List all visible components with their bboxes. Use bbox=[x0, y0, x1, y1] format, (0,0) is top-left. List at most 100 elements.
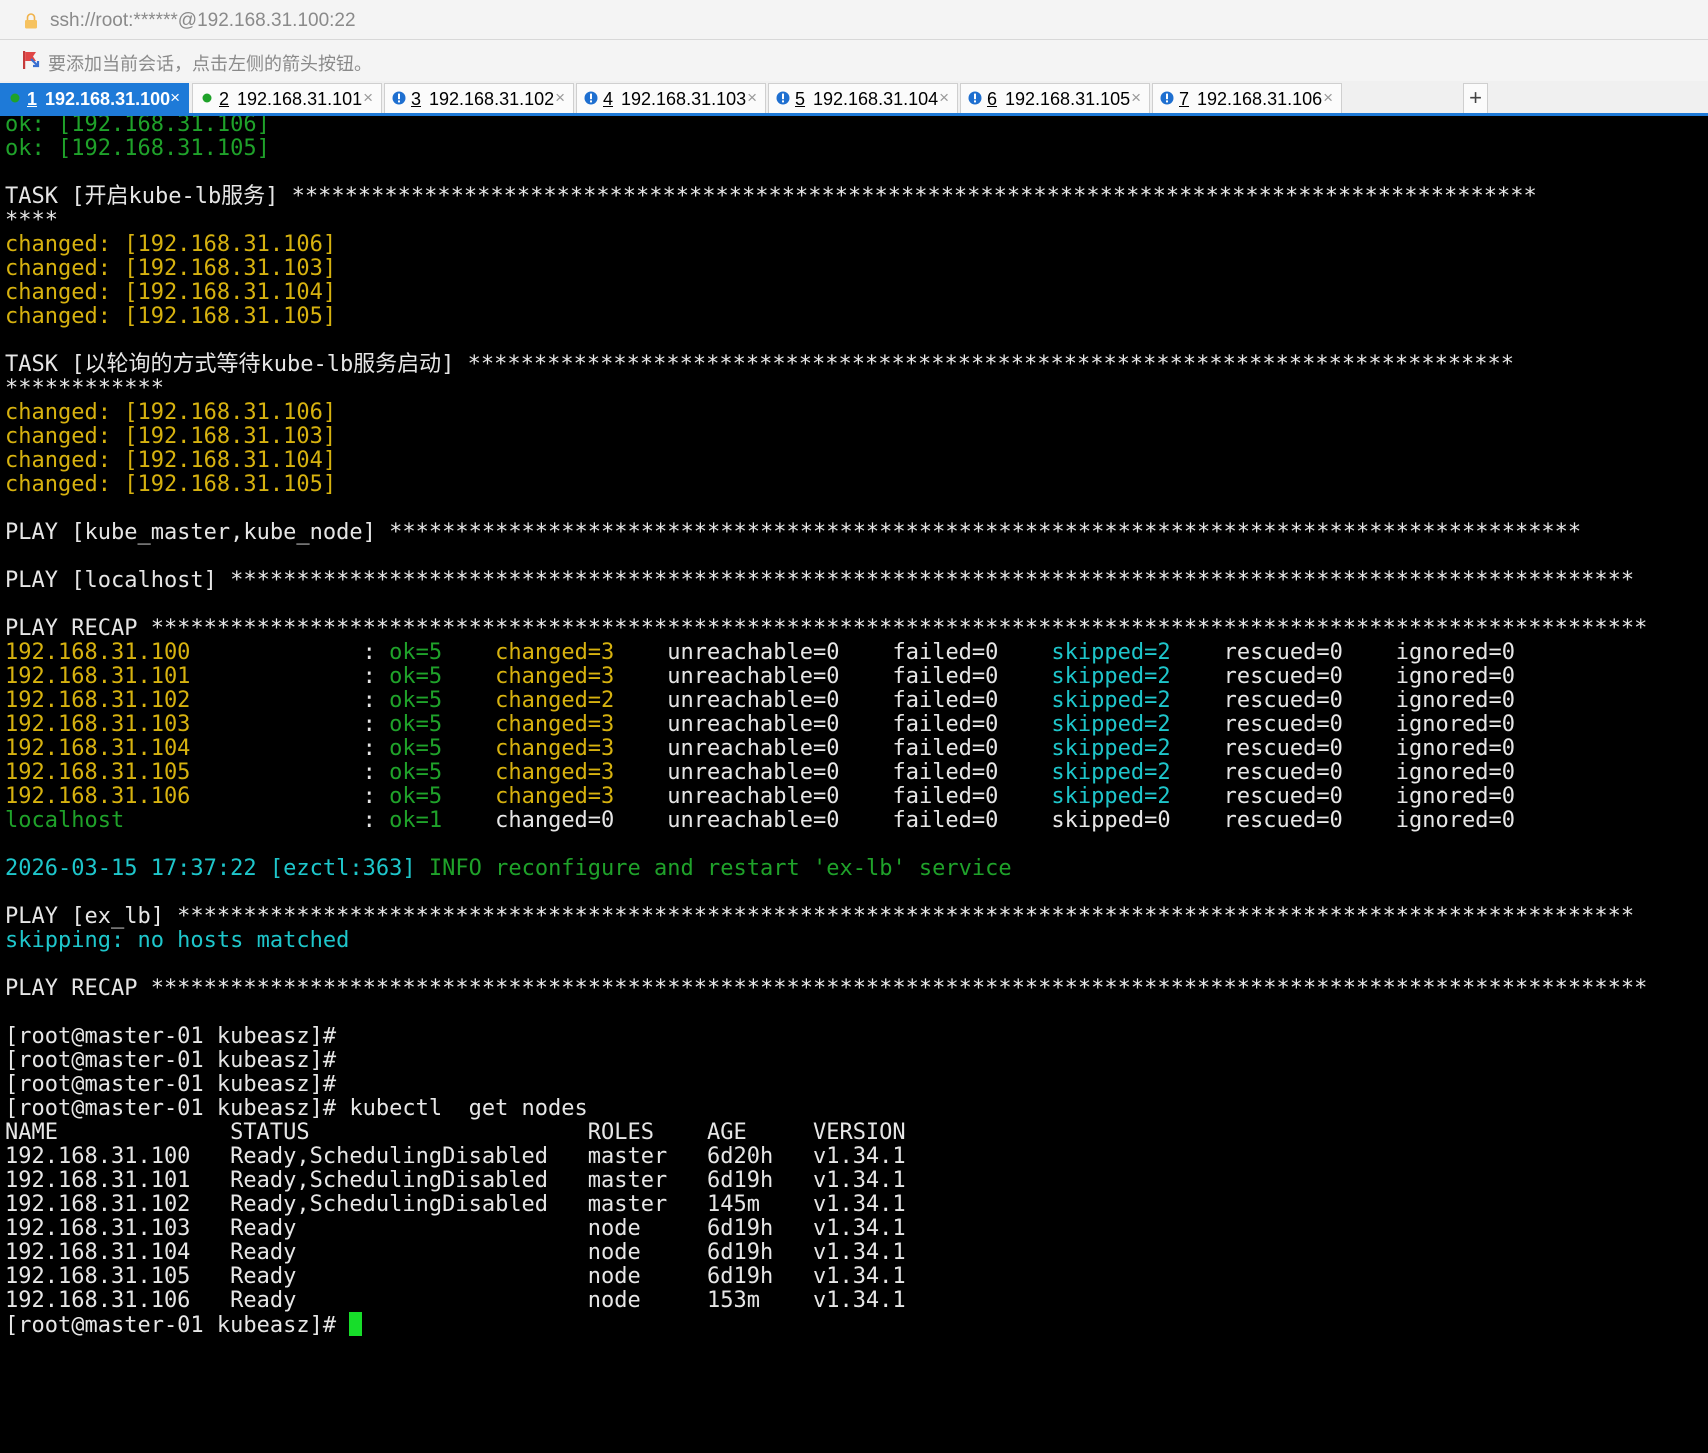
terminal-line: 192.168.31.100 : ok=5 changed=3 unreacha… bbox=[5, 640, 1515, 666]
tab-number: 2 bbox=[219, 89, 230, 109]
tab-session-1[interactable]: 1 192.168.31.100 × bbox=[0, 83, 189, 113]
terminal-line: [root@master-01 kubeasz]# bbox=[5, 1024, 336, 1050]
terminal-line: changed: [192.168.31.106] bbox=[5, 232, 336, 258]
terminal-text: localhost bbox=[5, 808, 125, 833]
terminal-text: changed=3 bbox=[495, 736, 615, 761]
tab-session-5[interactable]: 5 192.168.31.104 × bbox=[768, 83, 958, 113]
terminal-text: : bbox=[124, 808, 390, 833]
terminal-line: 192.168.31.106 Ready node 153m v1.34.1 bbox=[5, 1288, 906, 1314]
alert-status-icon bbox=[1160, 91, 1174, 105]
terminal-text: 192.168.31.104 bbox=[5, 736, 191, 761]
tab-session-2[interactable]: 2 192.168.31.101 × bbox=[192, 83, 382, 113]
terminal-line: PLAY RECAP *****************************… bbox=[5, 616, 1647, 642]
terminal-text: skipped=2 bbox=[1051, 688, 1171, 713]
tab-host-label: 192.168.31.106 bbox=[1197, 89, 1323, 109]
alert-status-icon bbox=[776, 91, 790, 105]
close-tab-icon[interactable]: × bbox=[1323, 88, 1333, 108]
terminal-text: 192.168.31.101 bbox=[5, 664, 191, 689]
add-tab-button[interactable]: + bbox=[1463, 83, 1488, 113]
terminal-line: 192.168.31.103 : ok=5 changed=3 unreacha… bbox=[5, 712, 1515, 738]
terminal-text: skipped=2 bbox=[1051, 760, 1171, 785]
terminal-text: PLAY [localhost] ***********************… bbox=[5, 568, 1635, 593]
terminal-line: 192.168.31.102 : ok=5 changed=2 unreacha… bbox=[5, 688, 1515, 714]
terminal-text: PLAY RECAP *****************************… bbox=[5, 976, 1648, 1001]
terminal-line: 192.168.31.104 Ready node 6d19h v1.34.1 bbox=[5, 1240, 906, 1266]
terminal-text: : bbox=[190, 712, 390, 737]
tab-session-7[interactable]: 7 192.168.31.106 × bbox=[1152, 83, 1342, 113]
terminal-text: changed: [192.168.31.103] bbox=[5, 424, 337, 449]
terminal-text: 192.168.31.100 Ready,SchedulingDisabled … bbox=[5, 1144, 906, 1169]
session-hint-text: 要添加当前会话，点击左侧的箭头按钮。 bbox=[48, 54, 372, 74]
terminal-line: PLAY [localhost] ***********************… bbox=[5, 568, 1634, 594]
terminal-text: changed: [192.168.31.104] bbox=[5, 280, 337, 305]
terminal-text: changed: [192.168.31.106] bbox=[5, 232, 337, 257]
terminal-text: : bbox=[190, 736, 390, 761]
terminal-line: ************ bbox=[5, 376, 164, 402]
terminal-line: **** bbox=[5, 208, 58, 234]
tab-session-3[interactable]: 3 192.168.31.102 × bbox=[384, 83, 574, 113]
close-tab-icon[interactable]: × bbox=[170, 88, 180, 108]
terminal-line: ok: [192.168.31.105] bbox=[5, 136, 270, 162]
terminal-text: 192.168.31.103 bbox=[5, 712, 191, 737]
terminal-line: [root@master-01 kubeasz]# bbox=[5, 1072, 336, 1098]
terminal-line: 192.168.31.104 : ok=5 changed=3 unreacha… bbox=[5, 736, 1515, 762]
terminal-line: changed: [192.168.31.105] bbox=[5, 472, 336, 498]
terminal-line: PLAY [ex_lb] ***************************… bbox=[5, 904, 1634, 930]
address-text: ssh://root:******@192.168.31.100:22 bbox=[50, 10, 356, 31]
terminal-text: skipped=2 bbox=[1051, 712, 1171, 737]
terminal-line: 192.168.31.101 Ready,SchedulingDisabled … bbox=[5, 1168, 906, 1194]
close-tab-icon[interactable]: × bbox=[1131, 88, 1141, 108]
close-tab-icon[interactable]: × bbox=[747, 88, 757, 108]
alert-status-icon bbox=[968, 91, 982, 105]
tab-session-4[interactable]: 4 192.168.31.103 × bbox=[576, 83, 766, 113]
terminal-text: unreachable=0 failed=0 bbox=[614, 736, 1052, 761]
terminal-line: changed: [192.168.31.103] bbox=[5, 424, 336, 450]
terminal-text: **** bbox=[5, 208, 58, 233]
bookmark-flag-icon[interactable] bbox=[22, 50, 40, 70]
close-tab-icon[interactable]: × bbox=[939, 88, 949, 108]
terminal-text: 192.168.31.106 Ready node 153m v1.34.1 bbox=[5, 1288, 906, 1313]
connected-status-icon bbox=[202, 93, 212, 103]
terminal-text: ok=5 bbox=[389, 760, 443, 785]
tab-session-6[interactable]: 6 192.168.31.105 × bbox=[960, 83, 1150, 113]
terminal-text: changed: [192.168.31.105] bbox=[5, 304, 337, 329]
terminal-line: 192.168.31.106 : ok=5 changed=3 unreacha… bbox=[5, 784, 1515, 810]
terminal-line: ok: [192.168.31.106] bbox=[5, 116, 270, 138]
terminal-line: skipping: no hosts matched bbox=[5, 928, 349, 954]
terminal-line: 192.168.31.105 Ready node 6d19h v1.34.1 bbox=[5, 1264, 906, 1290]
terminal-text: ok=5 bbox=[389, 688, 443, 713]
terminal-text: PLAY RECAP *****************************… bbox=[5, 616, 1648, 641]
terminal-text: ok=5 bbox=[389, 664, 443, 689]
terminal-line: NAME STATUS ROLES AGE VERSION bbox=[5, 1120, 906, 1146]
terminal-text: rescued=0 ignored=0 bbox=[1170, 688, 1515, 713]
terminal-text: ok=5 bbox=[389, 712, 443, 737]
terminal-text: rescued=0 ignored=0 bbox=[1170, 784, 1515, 809]
terminal-output[interactable]: ok: [192.168.31.106] ok: [192.168.31.105]… bbox=[0, 116, 1708, 1453]
terminal-text: NAME STATUS ROLES AGE VERSION bbox=[5, 1120, 906, 1145]
terminal-line: PLAY RECAP *****************************… bbox=[5, 976, 1647, 1002]
close-tab-icon[interactable]: × bbox=[363, 88, 373, 108]
terminal-text: 192.168.31.102 Ready,SchedulingDisabled … bbox=[5, 1192, 906, 1217]
terminal-text: [root@master-01 kubeasz]# bbox=[5, 1048, 337, 1073]
terminal-text: TASK [开启kube-lb服务] *********************… bbox=[5, 184, 1537, 209]
terminal-text: changed=3 bbox=[495, 664, 615, 689]
tab-number: 6 bbox=[987, 89, 998, 109]
terminal-text: : bbox=[190, 640, 390, 665]
terminal-text: [root@master-01 kubeasz]# bbox=[5, 1072, 337, 1097]
terminal-cursor bbox=[349, 1312, 363, 1336]
close-tab-icon[interactable]: × bbox=[555, 88, 565, 108]
terminal-text: skipped=2 bbox=[1051, 640, 1171, 665]
terminal-text: : bbox=[190, 664, 390, 689]
terminal-text: rescued=0 ignored=0 bbox=[1170, 712, 1515, 737]
tab-number: 7 bbox=[1179, 89, 1190, 109]
terminal-text: rescued=0 ignored=0 bbox=[1170, 640, 1515, 665]
address-bar[interactable]: ssh://root:******@192.168.31.100:22 bbox=[0, 0, 1708, 40]
tab-host-label: 192.168.31.102 bbox=[429, 89, 555, 109]
terminal-line: 192.168.31.103 Ready node 6d19h v1.34.1 bbox=[5, 1216, 906, 1242]
tab-host-label: 192.168.31.103 bbox=[621, 89, 747, 109]
terminal-text: skipped=2 bbox=[1051, 664, 1171, 689]
tab-host-label: 192.168.31.105 bbox=[1005, 89, 1131, 109]
terminal-text: 192.168.31.105 Ready node 6d19h v1.34.1 bbox=[5, 1264, 906, 1289]
terminal-text: changed=0 unreachable=0 failed=0 skipped… bbox=[442, 808, 1515, 833]
